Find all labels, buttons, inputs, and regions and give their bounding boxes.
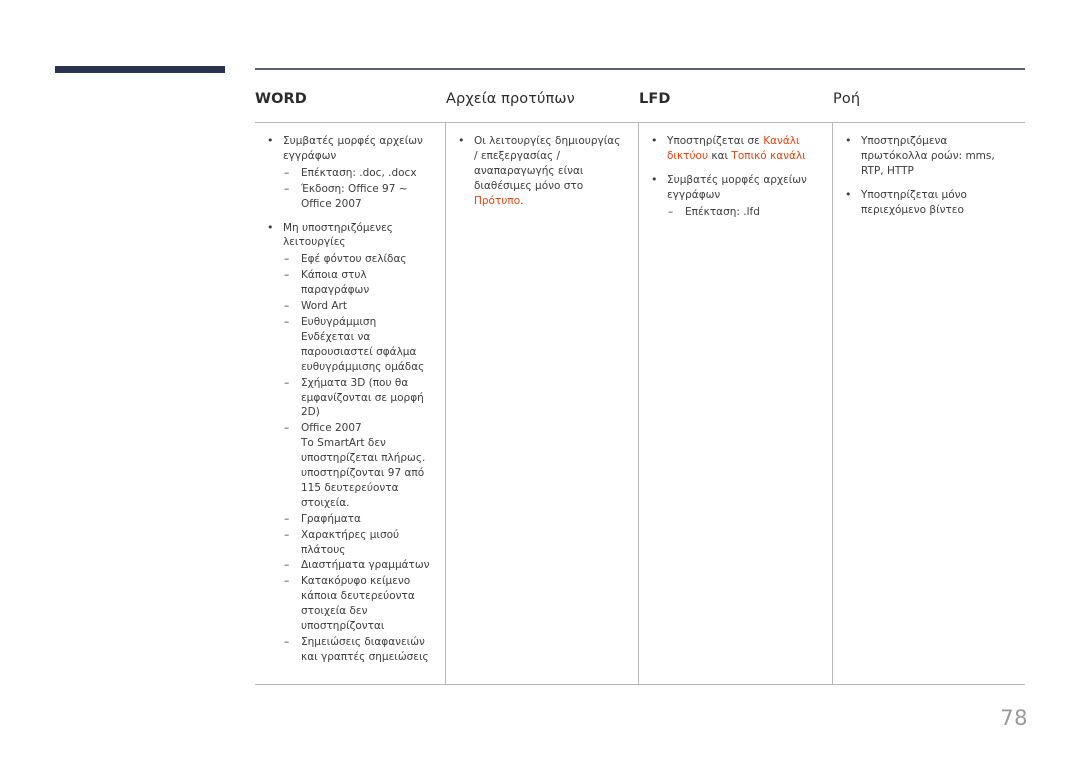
list-item: Ευθυγράμμιση Ενδέχεται να παρουσιαστεί σ…: [283, 315, 431, 375]
list-item: Υποστηριζόμενα πρωτόκολλα ροών: mms, RTP…: [839, 133, 1011, 179]
sub-list: Εφέ φόντου σελίδας Κάποια στυλ παραγράφω…: [283, 252, 431, 664]
list-item: Εφέ φόντου σελίδας: [283, 252, 431, 267]
table-body-row: Συμβατές μορφές αρχείων εγγράφων Επέκτασ…: [255, 122, 1025, 685]
bullet-text: Υποστηρίζεται μόνο περιεχόμενο βίντεο: [861, 188, 967, 216]
table-header-word: WORD: [255, 91, 307, 107]
bullet-text-accent-local: Τοπικό κανάλι: [731, 149, 806, 162]
list-item: Γραφήματα: [283, 512, 431, 527]
table-cell-word: Συμβατές μορφές αρχείων εγγράφων Επέκτασ…: [255, 123, 446, 684]
bullet-text-mid: και: [708, 149, 732, 162]
sub-bullet-text: Διαστήματα γραμμάτων: [301, 559, 430, 572]
sub-bullet-text: Έκδοση: Office 97 ~ Office 2007: [301, 182, 408, 210]
sub-bullet-text: Γραφήματα: [301, 512, 361, 525]
list-item: Οι λειτουργίες δημιουργίας / επεξεργασία…: [452, 133, 624, 209]
sub-bullet-text: Κάποια στυλ παραγράφων: [301, 269, 370, 297]
sub-bullet-note: κάποια δευτερεύοντα στοιχεία δεν υποστηρ…: [301, 590, 415, 633]
list-item: Υποστηρίζεται σε Κανάλι δικτύου και Τοπι…: [645, 133, 818, 164]
list-item: Word Art: [283, 299, 431, 314]
sub-bullet-note: Το SmartArt δεν υποστηρίζεται πλήρως. υπ…: [301, 437, 426, 509]
bullet-text-accent: Πρότυπο: [474, 194, 521, 207]
sub-bullet-text: Χαρακτήρες μισού πλάτους: [301, 528, 400, 556]
stream-bullet-list: Υποστηριζόμενα πρωτόκολλα ροών: mms, RTP…: [839, 133, 1011, 218]
sub-bullet-text: Κατακόρυφο κείμενο: [301, 575, 411, 588]
table-cell-stream: Υποστηριζόμενα πρωτόκολλα ροών: mms, RTP…: [833, 123, 1025, 684]
bullet-text-pre: Υποστηρίζεται σε: [667, 135, 764, 147]
sub-list: Επέκταση: .doc, .docx Έκδοση: Office 97 …: [283, 166, 431, 212]
sub-bullet-text: Office 2007: [301, 422, 362, 435]
list-item: Κάποια στυλ παραγράφων: [283, 268, 431, 298]
sub-bullet-text: Ευθυγράμμιση: [301, 315, 377, 328]
sub-bullet-note: Ενδέχεται να παρουσιαστεί σφάλμα ευθυγρά…: [301, 330, 425, 373]
sub-bullet-text: Εφέ φόντου σελίδας: [301, 253, 407, 266]
bullet-text: Συμβατές μορφές αρχείων εγγράφων: [667, 173, 807, 201]
list-item: Συμβατές μορφές αρχείων εγγράφων Επέκτασ…: [645, 172, 818, 220]
table-header-lfd: LFD: [639, 91, 671, 107]
bullet-text: Μη υποστηριζόμενες λειτουργίες: [283, 221, 393, 249]
sub-list: Επέκταση: .lfd: [667, 205, 818, 220]
header-accent-bar: [55, 66, 225, 73]
table-cell-template-files: Οι λειτουργίες δημιουργίας / επεξεργασία…: [446, 123, 639, 684]
sub-bullet-text: Επέκταση: .doc, .docx: [301, 166, 417, 179]
list-item: Διαστήματα γραμμάτων: [283, 558, 431, 573]
word-bullet-list: Συμβατές μορφές αρχείων εγγράφων Επέκτασ…: [261, 133, 431, 665]
list-item: Επέκταση: .doc, .docx: [283, 166, 431, 181]
header-thin-rule: [255, 68, 1025, 70]
bullet-text: Υποστηριζόμενα πρωτόκολλα ροών: mms, RTP…: [861, 135, 995, 177]
sub-bullet-text: Word Art: [301, 300, 347, 313]
table-cell-lfd: Υποστηρίζεται σε Κανάλι δικτύου και Τοπι…: [639, 123, 833, 684]
bullet-text-post: .: [520, 194, 524, 207]
bullet-text: Συμβατές μορφές αρχείων εγγράφων: [283, 135, 423, 162]
sub-bullet-text: Σημειώσεις διαφανειών και γραπτές σημειώ…: [301, 636, 429, 663]
table-header-template-files: Αρχεία προτύπων: [446, 91, 575, 107]
list-item: Κατακόρυφο κείμενο κάποια δευτερεύοντα σ…: [283, 574, 431, 634]
list-item: Χαρακτήρες μισού πλάτους: [283, 528, 431, 558]
lfd-bullet-list: Υποστηρίζεται σε Κανάλι δικτύου και Τοπι…: [645, 133, 818, 220]
bullet-text-pre: Οι λειτουργίες δημιουργίας / επεξεργασία…: [474, 135, 621, 192]
table-header-stream: Ροή: [833, 91, 861, 107]
sub-bullet-text: Επέκταση: .lfd: [685, 205, 760, 218]
list-item: Υποστηρίζεται μόνο περιεχόμενο βίντεο: [839, 187, 1011, 218]
template-files-bullet-list: Οι λειτουργίες δημιουργίας / επεξεργασία…: [452, 133, 624, 209]
sub-bullet-text: Σχήματα 3D (που θα εμφανίζονται σε μορφή…: [301, 376, 424, 419]
list-item: Έκδοση: Office 97 ~ Office 2007: [283, 182, 431, 212]
list-item: Συμβατές μορφές αρχείων εγγράφων Επέκτασ…: [261, 133, 431, 212]
list-item: Επέκταση: .lfd: [667, 205, 818, 220]
list-item: Σημειώσεις διαφανειών και γραπτές σημειώ…: [283, 635, 431, 665]
list-item: Μη υποστηριζόμενες λειτουργίες Εφέ φόντο…: [261, 220, 431, 665]
page-number: 78: [1000, 706, 1028, 730]
compatibility-table: WORD Αρχεία προτύπων LFD Ροή Συμβατές μο…: [255, 88, 1025, 685]
list-item: Office 2007 Το SmartArt δεν υποστηρίζετα…: [283, 421, 431, 510]
list-item: Σχήματα 3D (που θα εμφανίζονται σε μορφή…: [283, 376, 431, 421]
table-header-row: WORD Αρχεία προτύπων LFD Ροή: [255, 88, 1025, 122]
